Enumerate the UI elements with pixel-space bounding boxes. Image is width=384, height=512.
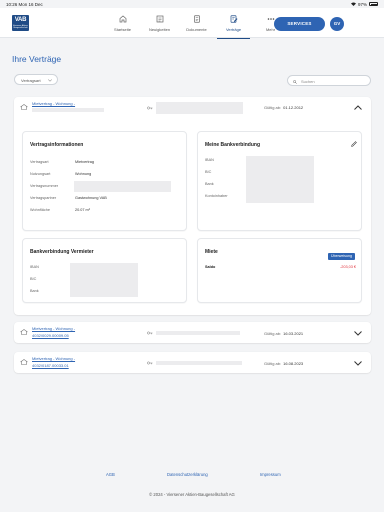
footer-link-agb[interactable]: AGB: [106, 472, 115, 477]
nav-startseite-label: Startseite: [114, 27, 131, 32]
copyright: © 2024 - Viersener Aktien-Baugesellschaf…: [149, 492, 235, 497]
my-bank-title: Meine Bankverbindung: [205, 142, 261, 148]
contract-type-filter[interactable]: Vertragsart: [14, 74, 58, 85]
contract-info-title: Vertragsinformationen: [30, 142, 84, 148]
redacted-my-bank-details: [246, 156, 314, 203]
valid-from: Gültig ab: 16.03.2021: [264, 331, 304, 336]
main-nav: Startseite Neuigkeiten Dokumente Verträg…: [104, 8, 289, 39]
footer-link-datenschutz[interactable]: Datenschutzerklärung: [167, 472, 208, 477]
nav-vertraege-label: Verträge: [225, 27, 242, 32]
edit-pencil-icon[interactable]: [351, 141, 357, 147]
status-bar: 10:26 Mon 16 Dec 97%: [0, 0, 384, 8]
valid-from: Gültig ab: 16.08.2023: [264, 361, 304, 366]
landlord-bank-title: Bankverbindung Vermieter: [30, 249, 94, 255]
rent-title: Miete: [205, 249, 218, 255]
nav-neuigkeiten-label: Neuigkeiten: [148, 27, 171, 32]
contract-number-link[interactable]: 4032/0187.00033.01: [32, 363, 69, 368]
redacted-address: [156, 331, 240, 335]
contract-card-expanded: Mietvertrag - Wohnung - Gültig ab: 01.12.…: [14, 97, 371, 315]
chevron-up-icon[interactable]: [354, 105, 362, 110]
battery-percentage: 97%: [357, 1, 367, 7]
nav-vertraege[interactable]: Verträge: [215, 8, 252, 39]
contract-title-link[interactable]: Mietvertrag - Wohnung -: [32, 101, 75, 106]
redacted-landlord-bank-details: [70, 263, 138, 297]
status-time: 10:26 Mon 16 Dec: [6, 1, 43, 7]
contract-type-filter-value: Vertragsart: [21, 78, 41, 83]
redacted-address: [156, 361, 242, 365]
chevron-down-icon[interactable]: [354, 361, 362, 366]
nav-dokumente-label: Dokumente: [186, 27, 207, 32]
saldo-label: Saldo: [205, 265, 216, 269]
vab-logo[interactable]: VAB Viersener Aktien-Baugesellschaft: [12, 15, 29, 31]
house-icon: [20, 104, 28, 110]
chevron-down-icon[interactable]: [354, 331, 362, 336]
valid-from: Gültig ab: 01.12.2012: [264, 105, 304, 110]
chevron-down-icon: [48, 79, 52, 82]
news-icon: [156, 15, 164, 23]
wifi-icon: [350, 2, 356, 6]
contract-info-panel: Vertragsinformationen Vertragsart Mietver…: [22, 131, 187, 231]
redacted-address: [156, 102, 243, 114]
nav-neuigkeiten[interactable]: Neuigkeiten: [141, 8, 178, 38]
key-icon: [147, 331, 153, 335]
services-button[interactable]: SERVICES: [274, 17, 325, 31]
footer-link-impressum[interactable]: Impressum: [260, 472, 281, 477]
contract-title-link[interactable]: Mietvertrag - Wohnung -: [32, 326, 75, 331]
user-avatar[interactable]: GV: [330, 17, 344, 31]
key-icon: [147, 106, 153, 110]
payment-method-badge: Überweisung: [328, 253, 355, 260]
redacted-contract-number-value: [74, 181, 171, 192]
nav-dokumente[interactable]: Dokumente: [178, 8, 215, 38]
contract-number-link[interactable]: 4032/0029.00009.05: [32, 333, 69, 338]
page-title: Ihre Verträge: [12, 54, 62, 64]
contract-card[interactable]: Mietvertrag - Wohnung - 4032/0187.00033.…: [14, 352, 371, 373]
search-placeholder: Suchen: [301, 79, 315, 85]
battery-icon: [369, 2, 378, 6]
key-icon: [147, 361, 153, 365]
landlord-bank-panel: Bankverbindung Vermieter IBAN BIC Bank: [22, 238, 187, 303]
home-icon: [119, 15, 127, 23]
saldo-value: -203,03 €: [339, 265, 356, 269]
redacted-contract-number: [32, 108, 104, 112]
search-icon: [293, 79, 297, 84]
search-input[interactable]: Suchen: [287, 75, 371, 86]
contract-card[interactable]: Mietvertrag - Wohnung - 4032/0029.00009.…: [14, 322, 371, 343]
contract-title-link[interactable]: Mietvertrag - Wohnung -: [32, 356, 75, 361]
my-bank-panel: Meine Bankverbindung IBAN BIC Bank Konto…: [197, 131, 362, 231]
house-icon: [20, 329, 28, 335]
nav-startseite[interactable]: Startseite: [104, 8, 141, 38]
rent-panel: Miete Überweisung Saldo -203,03 €: [197, 238, 362, 303]
house-icon: [20, 359, 28, 365]
status-indicators: 97%: [350, 1, 378, 7]
contract-icon: [230, 15, 238, 23]
app-header: VAB Viersener Aktien-Baugesellschaft Sta…: [0, 8, 384, 39]
document-icon: [194, 15, 200, 23]
